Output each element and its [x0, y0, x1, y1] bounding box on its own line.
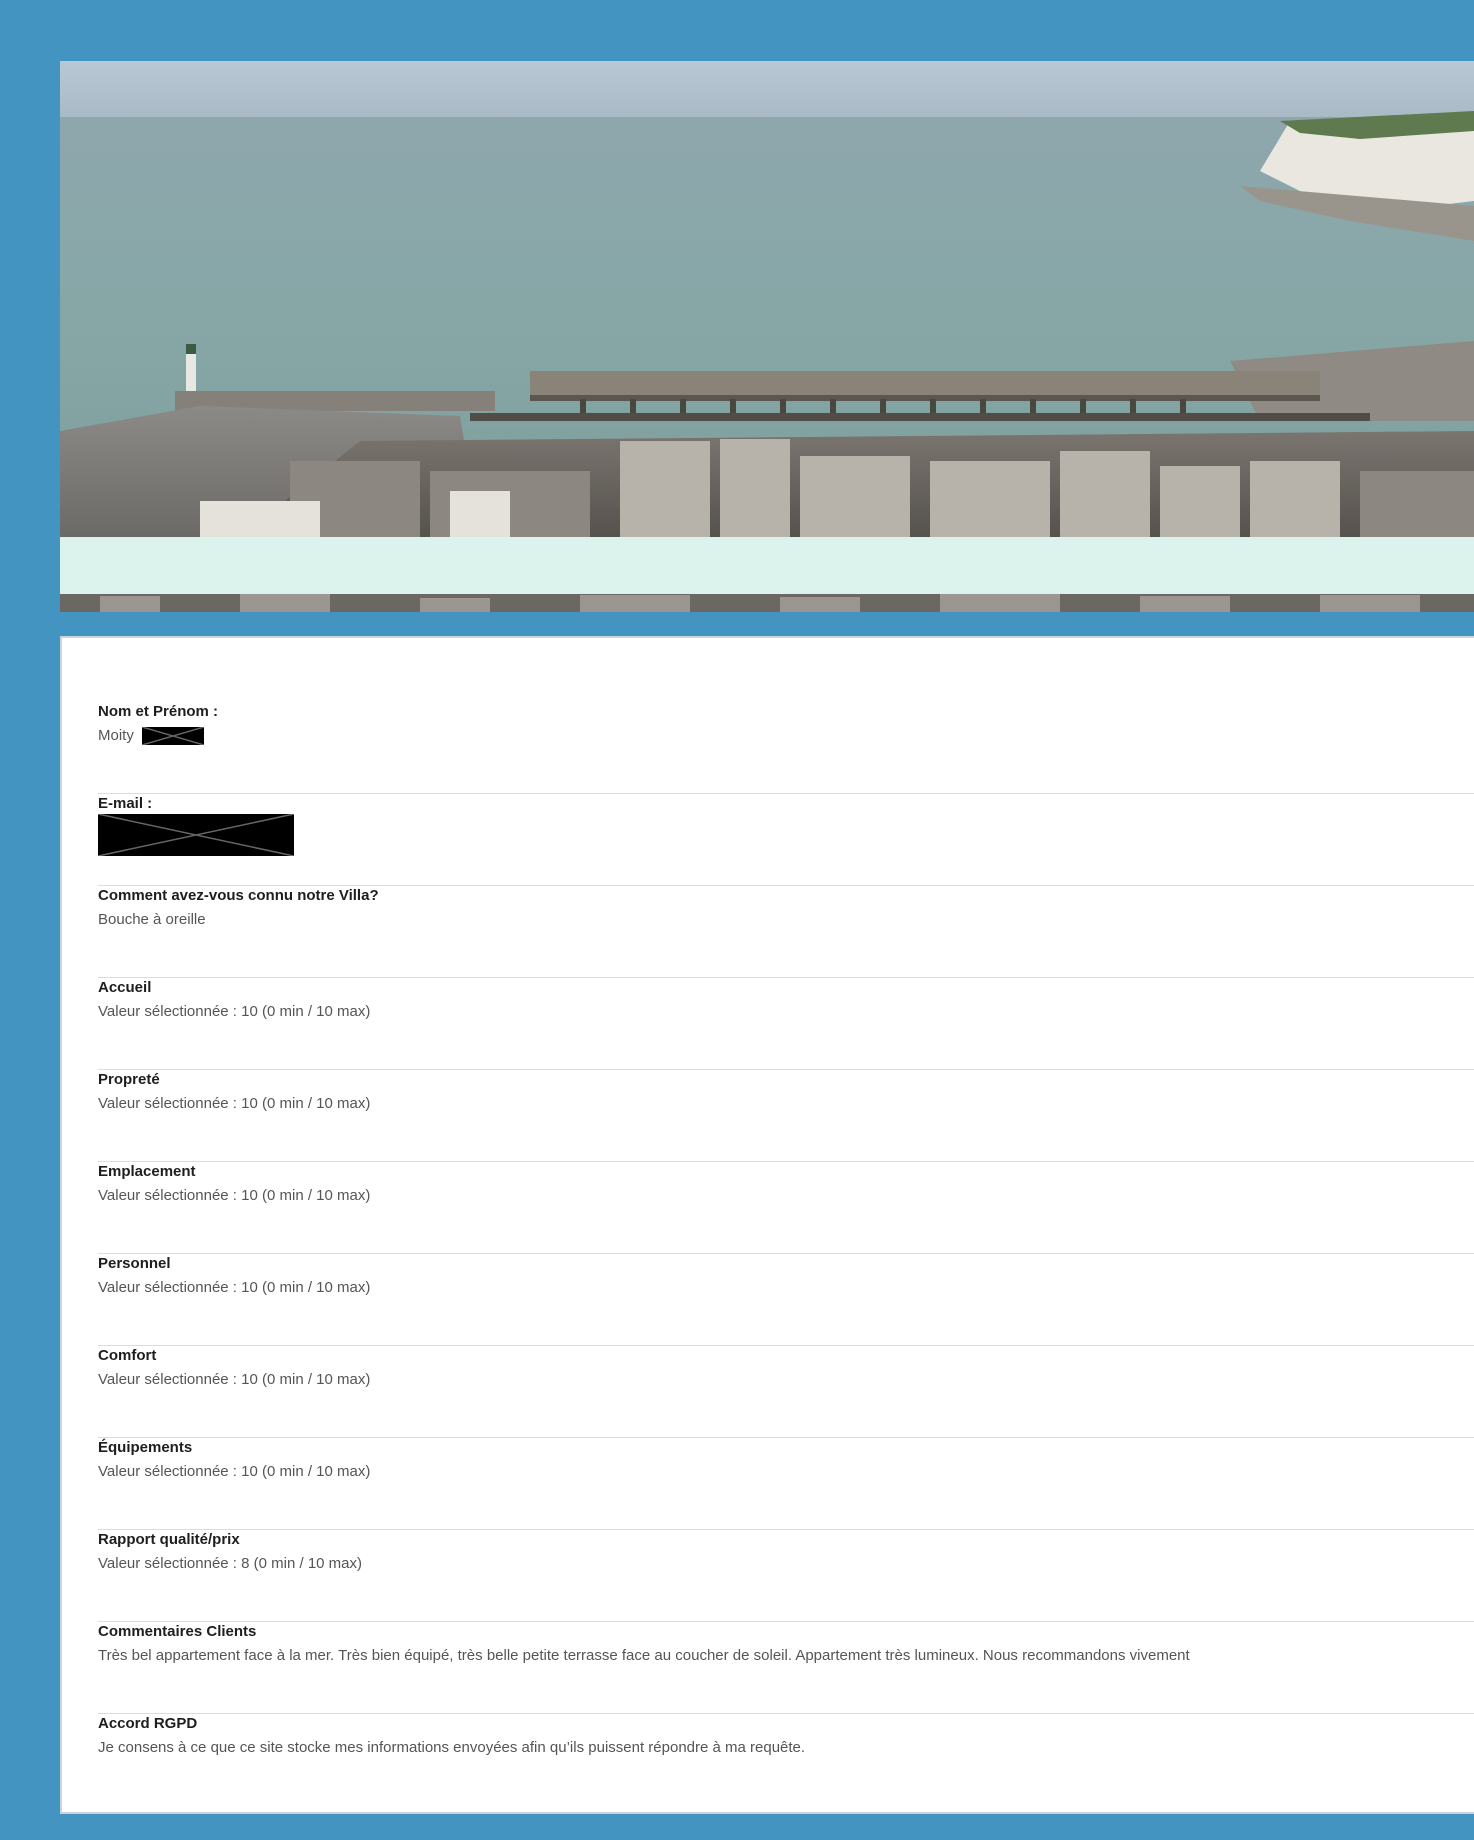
redacted-block: [98, 814, 294, 856]
field-label: Personnel: [98, 1255, 171, 1272]
hero-photo-strip: [60, 594, 1474, 612]
field-label: Comment avez-vous connu notre Villa?: [98, 887, 379, 904]
field-value: Moity: [98, 726, 1474, 746]
field-value: Valeur sélectionnée : 10 (0 min / 10 max…: [98, 1187, 371, 1204]
field-label: Comfort: [98, 1347, 157, 1364]
field-label: Accueil: [98, 979, 152, 996]
form-field-list: Nom et Prénom : Moity E-mail : Comment a…: [98, 702, 1474, 1806]
field-value: Valeur sélectionnée : 10 (0 min / 10 max…: [98, 1003, 371, 1020]
header-title-band: [60, 537, 1474, 594]
field-label: Accord RGPD: [98, 1715, 198, 1732]
field-value: Valeur sélectionnée : 10 (0 min / 10 max…: [98, 1463, 371, 1480]
field-commentaires: Commentaires Clients Très bel appartemen…: [98, 1622, 1474, 1714]
field-email: E-mail :: [98, 794, 1474, 886]
field-proprete: Propreté Valeur sélectionnée : 10 (0 min…: [98, 1070, 1474, 1162]
field-referral: Comment avez-vous connu notre Villa? Bou…: [98, 886, 1474, 978]
field-value: Valeur sélectionnée : 10 (0 min / 10 max…: [98, 1279, 371, 1296]
field-value-text: Moity: [98, 727, 134, 744]
field-value: Valeur sélectionnée : 10 (0 min / 10 max…: [98, 1095, 371, 1112]
field-label: Équipements: [98, 1439, 193, 1456]
field-value: Je consens à ce que ce site stocke mes i…: [98, 1739, 806, 1756]
field-label: Nom et Prénom :: [98, 703, 219, 720]
field-rapport-qualite-prix: Rapport qualité/prix Valeur sélectionnée…: [98, 1530, 1474, 1622]
field-value: Valeur sélectionnée : 10 (0 min / 10 max…: [98, 1371, 371, 1388]
field-name: Nom et Prénom : Moity: [98, 702, 1474, 794]
field-accord-rgpd: Accord RGPD Je consens à ce que ce site …: [98, 1714, 1474, 1806]
field-label: Rapport qualité/prix: [98, 1531, 240, 1548]
field-label: Commentaires Clients: [98, 1623, 257, 1640]
field-accueil: Accueil Valeur sélectionnée : 10 (0 min …: [98, 978, 1474, 1070]
field-equipements: Équipements Valeur sélectionnée : 10 (0 …: [98, 1438, 1474, 1530]
field-comfort: Comfort Valeur sélectionnée : 10 (0 min …: [98, 1346, 1474, 1438]
redacted-block: [142, 727, 205, 746]
hero-coastal-photo: [60, 61, 1474, 537]
form-results-panel: Nom et Prénom : Moity E-mail : Comment a…: [60, 636, 1474, 1814]
field-value: Bouche à oreille: [98, 911, 206, 928]
field-label: Propreté: [98, 1071, 160, 1088]
field-personnel: Personnel Valeur sélectionnée : 10 (0 mi…: [98, 1254, 1474, 1346]
field-value: [98, 814, 1474, 856]
field-value: Valeur sélectionnée : 8 (0 min / 10 max): [98, 1555, 363, 1572]
header-banner: [60, 61, 1474, 612]
field-emplacement: Emplacement Valeur sélectionnée : 10 (0 …: [98, 1162, 1474, 1254]
field-label: Emplacement: [98, 1163, 196, 1180]
field-label: E-mail :: [98, 795, 153, 812]
field-value: Très bel appartement face à la mer. Très…: [98, 1647, 1190, 1664]
